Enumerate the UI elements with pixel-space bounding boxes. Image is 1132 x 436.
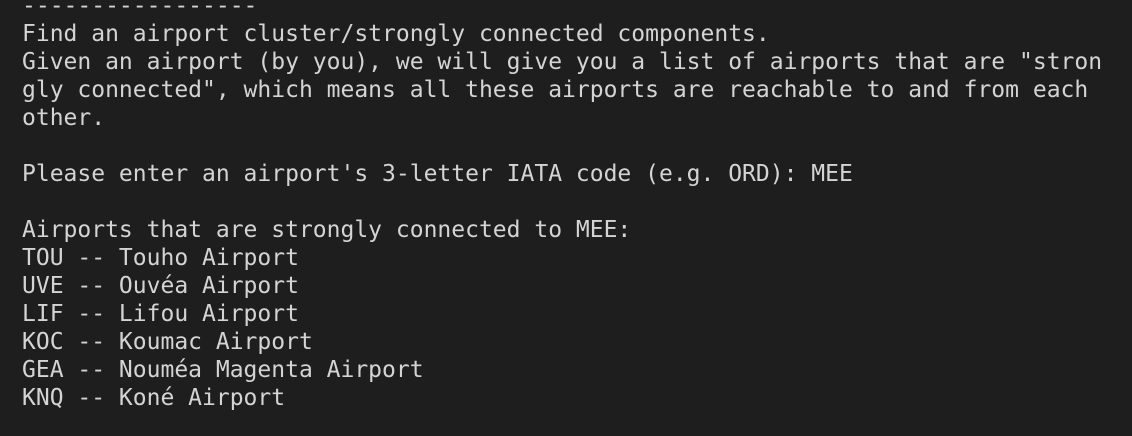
description-line: gly connected", which means all these ai… (22, 77, 1089, 103)
result-header: Airports that are strongly connected to … (22, 217, 632, 243)
input-value[interactable]: MEE (811, 161, 853, 187)
description-line: Given an airport (by you), we will give … (22, 49, 1103, 75)
input-prompt-line: Please enter an airport's 3-letter IATA … (22, 160, 1118, 188)
separator-line: ----------------- (22, 0, 258, 19)
section-heading: Find an airport cluster/strongly connect… (22, 21, 770, 47)
input-prompt: Please enter an airport's 3-letter IATA … (22, 161, 812, 187)
description-line: other. (22, 105, 106, 131)
airport-result-item: KOC -- Koumac Airport (22, 329, 313, 355)
airport-result-item: LIF -- Lifou Airport (22, 301, 299, 327)
terminal-window: ----------------- Find an airport cluste… (0, 0, 1132, 436)
terminal-output: ----------------- Find an airport cluste… (22, 0, 1118, 412)
airport-result-item: GEA -- Nouméa Magenta Airport (22, 357, 424, 383)
airport-result-item: KNQ -- Koné Airport (22, 385, 286, 411)
airport-result-item: UVE -- Ouvéa Airport (22, 273, 299, 299)
airport-result-item: TOU -- Touho Airport (22, 245, 299, 271)
